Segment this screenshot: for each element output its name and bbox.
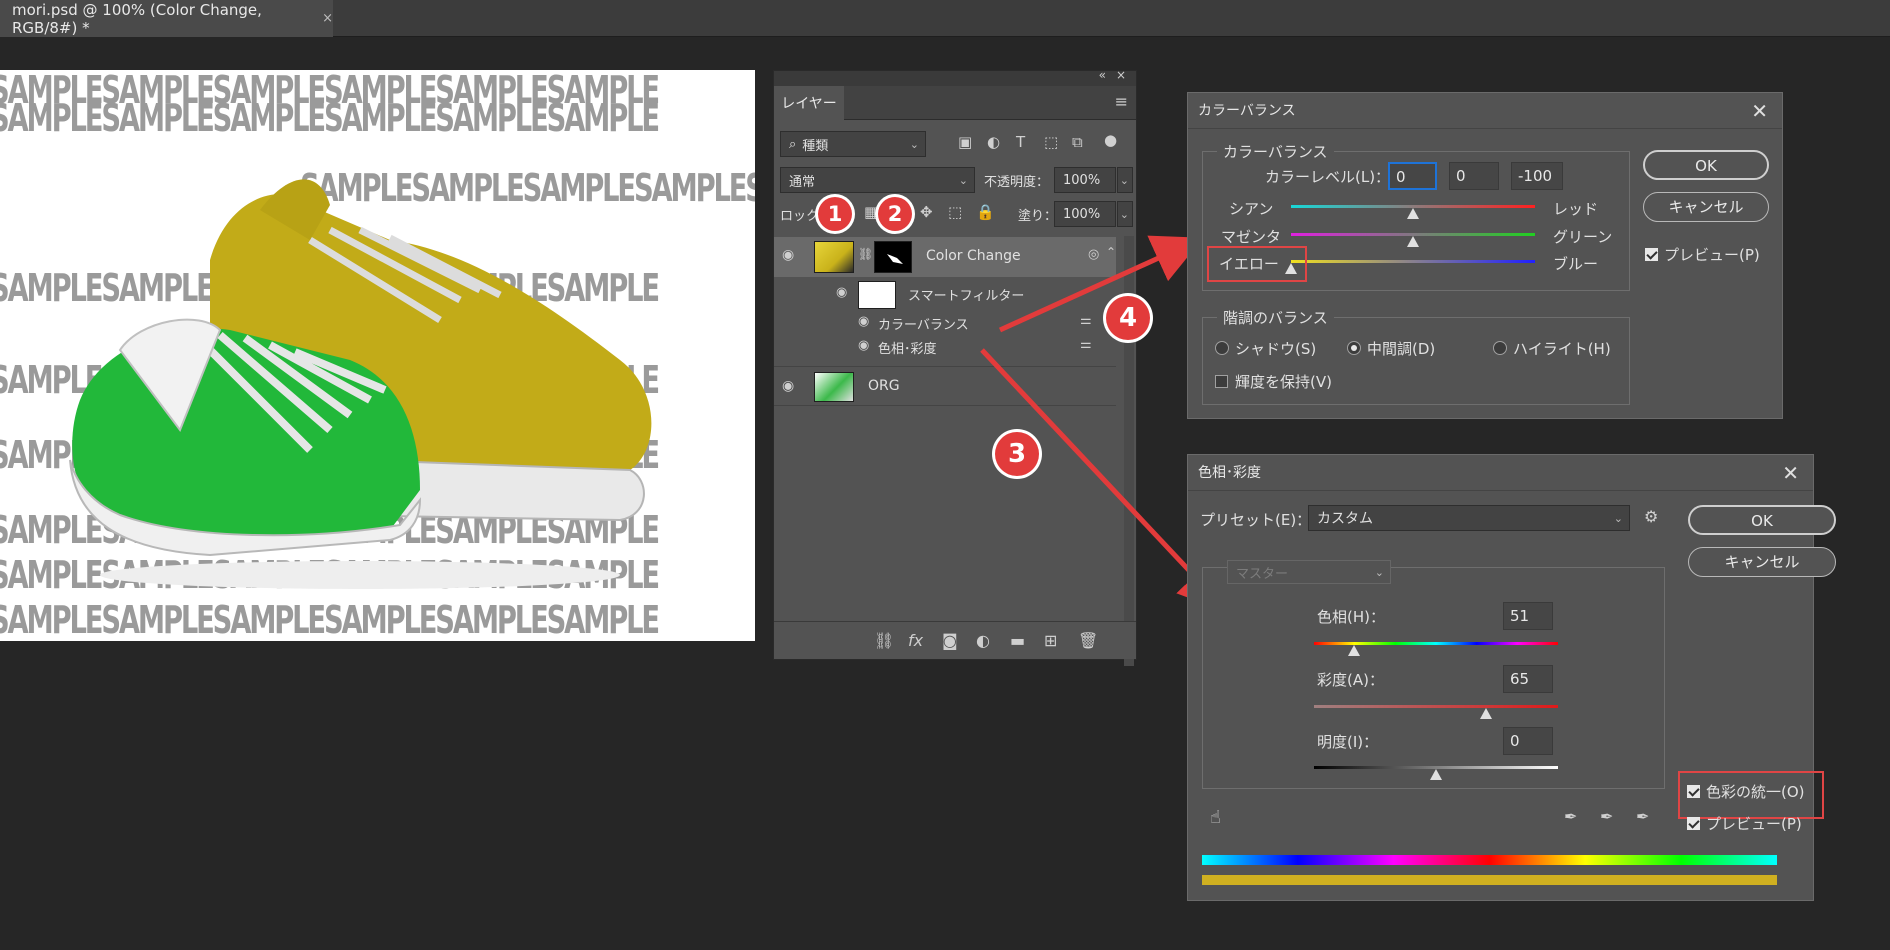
preserve-luminosity-checkbox[interactable] bbox=[1215, 375, 1228, 388]
chevron-down-icon: ⌄ bbox=[1613, 511, 1623, 525]
gear-icon[interactable]: ⚙ bbox=[1644, 507, 1658, 526]
highlights-label: ハイライト(H) bbox=[1513, 340, 1611, 358]
yellow-blue-input[interactable]: -100 bbox=[1511, 162, 1563, 190]
magenta-label: マゼンタ bbox=[1221, 228, 1282, 246]
cancel-button[interactable]: キャンセル bbox=[1688, 547, 1836, 577]
cancel-button[interactable]: キャンセル bbox=[1643, 192, 1769, 222]
lightness-label: 明度(I)： bbox=[1317, 733, 1379, 751]
output-color-bar bbox=[1202, 875, 1777, 885]
group-label: カラーバランス bbox=[1217, 141, 1334, 162]
cyan-red-slider-handle[interactable] bbox=[1407, 208, 1419, 219]
preset-label: プリセット(E)： bbox=[1200, 511, 1312, 529]
saturation-slider-handle[interactable] bbox=[1480, 708, 1492, 719]
preset-value: カスタム bbox=[1317, 511, 1373, 527]
color-balance-group: カラーバランス カラーレベル(L)： 0 0 -100 シアン レッド マゼンタ… bbox=[1202, 141, 1630, 291]
color-level-label: カラーレベル(L)： bbox=[1265, 168, 1391, 186]
eyedropper-plus-icon[interactable]: ✒ bbox=[1600, 807, 1613, 826]
lightness-input[interactable]: 0 bbox=[1503, 727, 1553, 755]
dialog-title: 色相･彩度 bbox=[1198, 465, 1261, 481]
red-label: レッド bbox=[1553, 200, 1599, 218]
midtones-label: 中間調(D) bbox=[1367, 340, 1436, 358]
shadows-radio[interactable] bbox=[1215, 341, 1229, 355]
hue-saturation-dialog: 色相･彩度 ✕ プリセット(E)： カスタム ⌄ ⚙ OK キャンセル マスター… bbox=[1187, 454, 1836, 901]
dialog-title-bar: 色相･彩度 ✕ bbox=[1188, 455, 1813, 491]
arrow-to-color-balance bbox=[998, 235, 1204, 333]
adjustment-group: マスター ⌄ 色相(H)： 51 彩度(A)： 65 明度(I)： 0 bbox=[1202, 560, 1665, 789]
dialog-title-bar: カラーバランス ✕ bbox=[1188, 93, 1782, 129]
arrow-to-hue-saturation bbox=[980, 348, 1229, 613]
preview-checkbox[interactable] bbox=[1645, 248, 1658, 261]
preserve-luminosity-label: 輝度を保持(V) bbox=[1235, 373, 1332, 391]
dialog-title: カラーバランス bbox=[1198, 103, 1296, 119]
eyedropper-icon[interactable]: ✒ bbox=[1564, 807, 1577, 826]
eyedropper-minus-icon[interactable]: ✒ bbox=[1636, 807, 1649, 826]
saturation-input[interactable]: 65 bbox=[1503, 665, 1553, 693]
saturation-slider[interactable] bbox=[1314, 705, 1558, 708]
close-icon[interactable]: ✕ bbox=[1751, 93, 1768, 129]
cyan-label: シアン bbox=[1229, 200, 1274, 218]
highlights-radio[interactable] bbox=[1493, 341, 1507, 355]
preview-label: プレビュー(P) bbox=[1664, 246, 1760, 264]
lightness-slider-handle[interactable] bbox=[1430, 769, 1442, 780]
hand-adjust-icon[interactable]: ☝ bbox=[1210, 807, 1221, 828]
hue-label: 色相(H)： bbox=[1317, 608, 1385, 626]
group-label: 階調のバランス bbox=[1217, 307, 1334, 328]
hue-slider-handle[interactable] bbox=[1348, 645, 1360, 656]
saturation-label: 彩度(A)： bbox=[1317, 671, 1384, 689]
input-color-bar bbox=[1202, 855, 1777, 865]
green-label: グリーン bbox=[1553, 228, 1613, 246]
channel-select[interactable]: マスター ⌄ bbox=[1227, 560, 1391, 584]
preview-label: プレビュー(P) bbox=[1706, 815, 1802, 833]
chevron-down-icon: ⌄ bbox=[1374, 565, 1384, 579]
preview-checkbox[interactable] bbox=[1687, 817, 1700, 830]
blue-label: ブルー bbox=[1553, 255, 1599, 273]
preset-select[interactable]: カスタム ⌄ bbox=[1308, 505, 1630, 531]
channel-value: マスター bbox=[1236, 566, 1289, 582]
yellow-blue-slider[interactable] bbox=[1291, 260, 1535, 263]
magenta-green-slider-handle[interactable] bbox=[1407, 236, 1419, 247]
cyan-red-input[interactable]: 0 bbox=[1388, 162, 1437, 190]
hue-input[interactable]: 51 bbox=[1503, 602, 1553, 630]
close-icon[interactable]: ✕ bbox=[1782, 455, 1799, 491]
ok-button[interactable]: OK bbox=[1643, 150, 1769, 180]
midtones-radio[interactable] bbox=[1347, 341, 1361, 355]
shadows-label: シャドウ(S) bbox=[1235, 340, 1317, 358]
tone-balance-group: 階調のバランス シャドウ(S) 中間調(D) ハイライト(H) 輝度を保持(V) bbox=[1202, 307, 1630, 405]
magenta-green-input[interactable]: 0 bbox=[1449, 162, 1499, 190]
annotation-highlight-colorize bbox=[1678, 771, 1824, 819]
color-balance-dialog: カラーバランス ✕ カラーバランス カラーレベル(L)： 0 0 -100 シア… bbox=[1187, 92, 1783, 419]
annotation-highlight-yellow bbox=[1207, 246, 1307, 282]
ok-button[interactable]: OK bbox=[1688, 505, 1836, 535]
